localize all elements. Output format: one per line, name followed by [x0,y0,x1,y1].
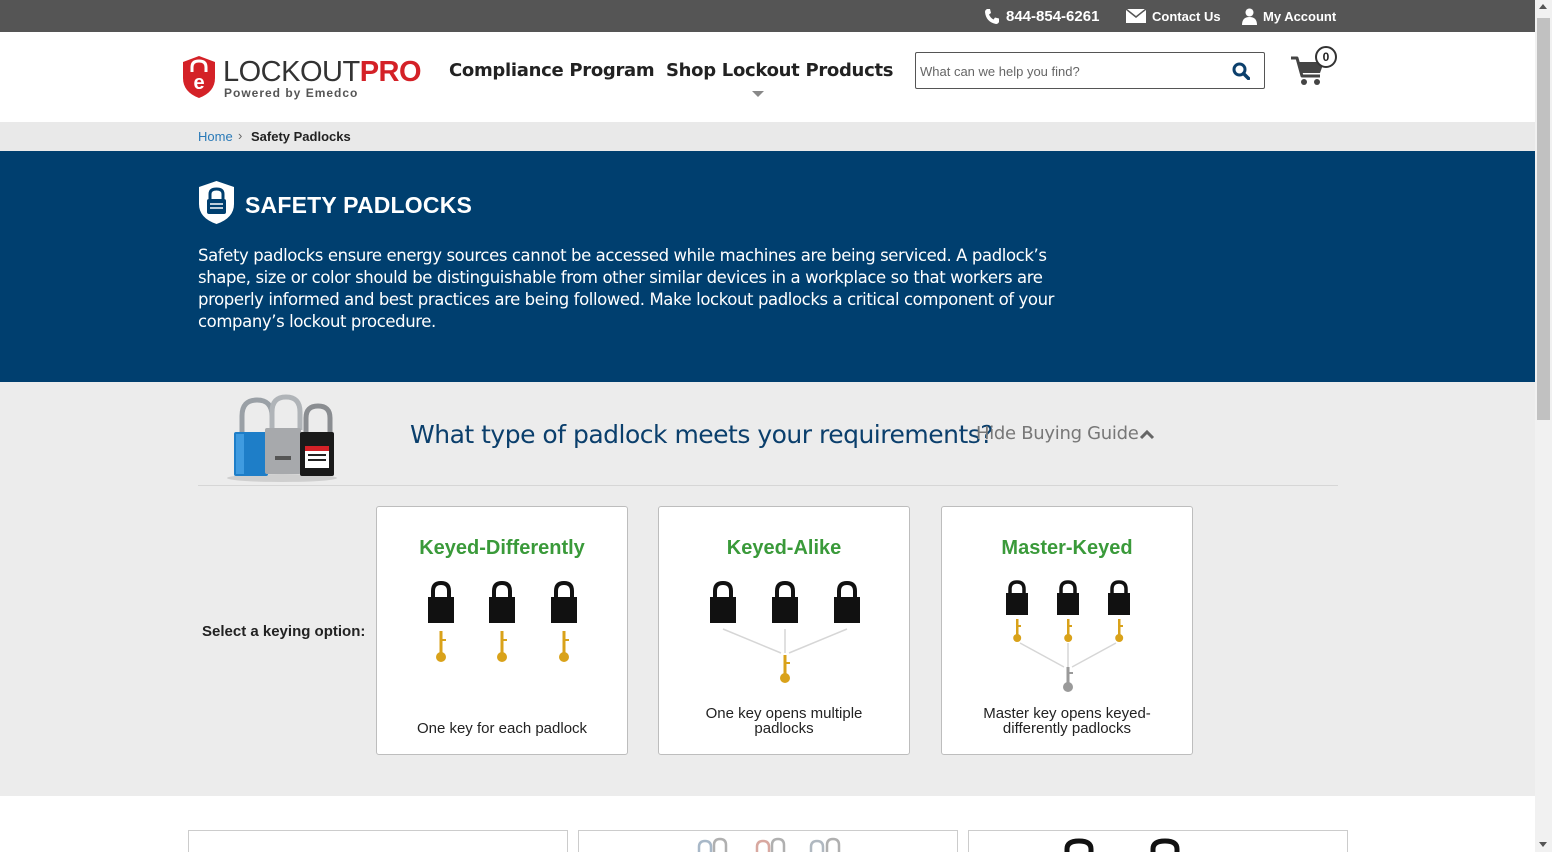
product-image [697,837,841,852]
keying-option-label: Select a keying option: [202,623,366,640]
option-title: Keyed-Alike [726,537,842,559]
page-title: SAFETY PADLOCKS [245,192,473,218]
option-description: One key for each padlock [416,720,588,737]
product-card[interactable] [188,830,568,852]
category-hero: SAFETY PADLOCKS Safety padlocks ensure e… [0,151,1535,382]
option-master-keyed[interactable]: Master-Keyed Master key opens keyed-diff… [941,506,1193,755]
search-button[interactable] [1232,62,1251,85]
option-title: Keyed-Differently [419,537,585,559]
nav-compliance-program[interactable]: Compliance Program [449,60,655,81]
site-logo[interactable]: e LOCKOUTPRO Powered by Emedco [181,54,422,104]
option-keyed-alike[interactable]: Keyed-Alike One key opens multiple padlo… [658,506,910,755]
site-header: e LOCKOUTPRO Powered by Emedco Complianc… [0,32,1535,122]
keyed-alike-illustration [710,580,860,683]
hide-buying-guide-toggle[interactable]: Hide Buying Guide [976,423,1155,444]
padlocks-photo [227,394,337,482]
buying-guide: What type of padlock meets your requirem… [0,382,1535,796]
utility-bar: 844-854-6261 Contact Us My Account [0,0,1535,32]
breadcrumb-home-link[interactable]: Home [198,129,233,144]
product-card[interactable] [968,830,1348,852]
option-title: Master-Keyed [1001,537,1133,559]
buying-guide-question: What type of padlock meets your requirem… [410,420,994,449]
divider [198,485,1338,486]
search-input[interactable] [920,59,1220,83]
page-scrollbar[interactable] [1535,0,1552,852]
chevron-up-icon [1140,429,1155,439]
my-account-label: My Account [1263,8,1337,24]
hide-buying-guide-label: Hide Buying Guide [976,423,1139,444]
my-account-link[interactable]: My Account [1242,0,1336,32]
phone-link[interactable]: 844-854-6261 [984,0,1099,32]
scroll-down-arrow-icon[interactable] [1539,842,1547,847]
breadcrumb-current: Safety Padlocks [251,129,351,144]
category-description: Safety padlocks ensure energy sources ca… [198,246,1055,331]
phone-icon [985,8,999,24]
chevron-down-icon[interactable] [752,91,764,97]
option-description: Master key opens keyed-differently padlo… [983,705,1151,737]
envelope-icon [1126,9,1146,23]
search-icon [1232,62,1251,81]
padlock-shield-icon [199,181,234,224]
product-card[interactable] [578,830,958,852]
search-box [915,52,1265,89]
keyed-differently-illustration [428,580,577,662]
contact-us-label: Contact Us [1152,8,1221,24]
nav-shop-lockout-products[interactable]: Shop Lockout Products [666,60,893,81]
lockout-shield-icon: e [183,56,215,98]
logo-wordmark: LOCKOUTPRO [223,56,422,88]
product-image [1064,838,1180,852]
option-keyed-differently[interactable]: Keyed-Differently One key for each padlo… [376,506,628,755]
phone-number: 844-854-6261 [1006,7,1100,25]
cart-count-badge: 0 [1315,46,1337,68]
breadcrumb: Home › Safety Padlocks [0,122,1535,151]
contact-us-link[interactable]: Contact Us [1126,0,1221,32]
scroll-up-arrow-icon[interactable] [1539,4,1547,9]
option-description: One key opens multiple padlocks [705,705,863,737]
logo-tagline: Powered by Emedco [224,86,359,100]
scroll-thumb[interactable] [1537,18,1550,420]
master-keyed-illustration [1006,580,1130,692]
breadcrumb-separator: › [238,128,243,143]
svg-text:e: e [193,72,204,94]
user-icon [1242,8,1257,25]
